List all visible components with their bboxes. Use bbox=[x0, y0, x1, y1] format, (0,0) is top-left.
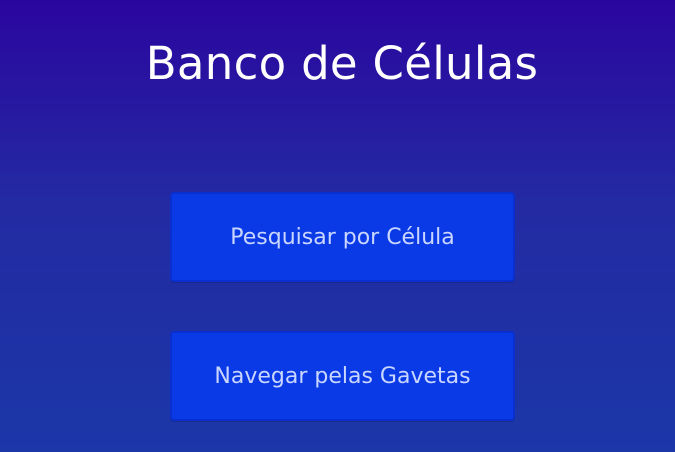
browse-drawers-label: Navegar pelas Gavetas bbox=[214, 363, 471, 389]
browse-drawers-button[interactable]: Navegar pelas Gavetas bbox=[170, 331, 515, 421]
search-by-cell-button[interactable]: Pesquisar por Célula bbox=[170, 192, 515, 282]
page-title: Banco de Células bbox=[145, 37, 539, 90]
search-by-cell-label: Pesquisar por Célula bbox=[230, 224, 455, 250]
